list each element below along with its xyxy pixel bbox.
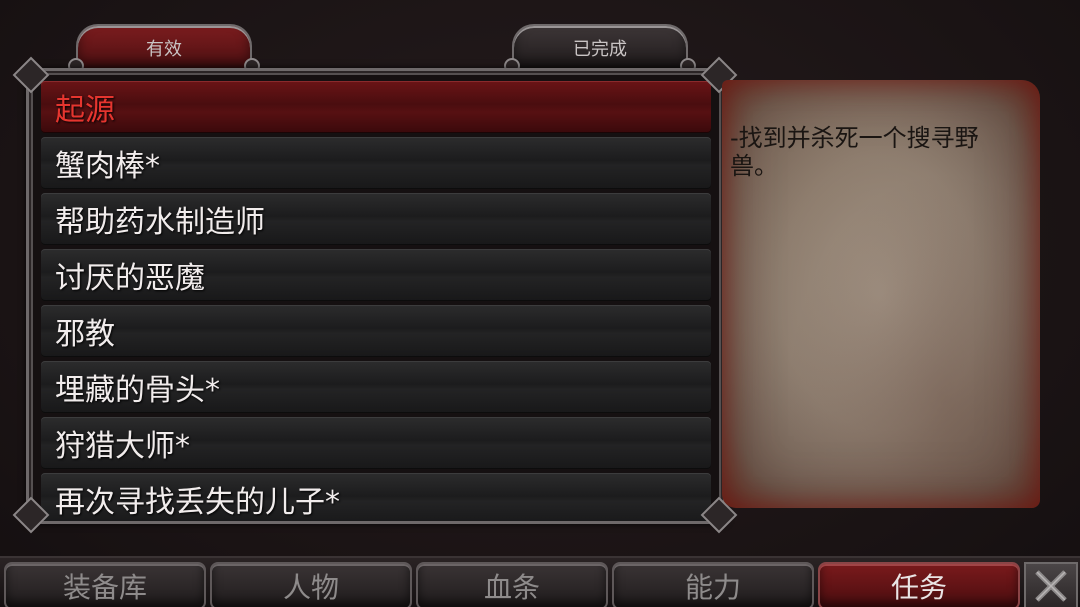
tab-completed-label: 已完成	[573, 39, 627, 60]
nav-character-label: 人物	[282, 571, 339, 604]
quest-item[interactable]: 讨厌的恶魔	[41, 249, 711, 301]
nav-inventory-label: 装备库	[62, 571, 147, 604]
nav-health-bar-label: 血条	[483, 571, 540, 604]
nav-character-button[interactable]: 人物	[210, 562, 412, 607]
quest-journal-screen: 有效 已完成 起源 蟹肉棒* 帮助药水制造师 讨厌的恶魔 邪教 埋藏的骨头* 狩…	[0, 0, 1080, 607]
quest-item[interactable]: 狩猎大师*	[41, 417, 711, 469]
quest-item[interactable]: 帮助药水制造师	[41, 193, 711, 245]
tab-active-quests[interactable]: 有效	[68, 24, 260, 74]
nav-inventory-button[interactable]: 装备库	[4, 562, 206, 607]
nav-health-bar-button[interactable]: 血条	[416, 562, 608, 607]
quest-description-parchment: -找到并杀死一个搜寻野兽。	[722, 80, 1040, 508]
close-button[interactable]	[1024, 562, 1078, 607]
nav-abilities-button[interactable]: 能力	[612, 562, 814, 607]
bottom-nav-bar: 装备库 人物 血条 能力 任务	[0, 556, 1080, 607]
quest-item[interactable]: 邪教	[41, 305, 711, 357]
quest-item-selected[interactable]: 起源	[41, 81, 711, 133]
quest-item[interactable]: 再次寻找丢失的儿子*	[41, 473, 711, 521]
nav-quests-button[interactable]: 任务	[818, 562, 1020, 607]
quest-item[interactable]: 蟹肉棒*	[41, 137, 711, 189]
tab-active-label: 有效	[146, 39, 182, 60]
quest-description-text: -找到并杀死一个搜寻野兽。	[730, 124, 979, 180]
nav-quests-label: 任务	[890, 571, 947, 604]
quest-list[interactable]: 起源 蟹肉棒* 帮助药水制造师 讨厌的恶魔 邪教 埋藏的骨头* 狩猎大师* 再次…	[41, 81, 711, 521]
tab-completed-quests[interactable]: 已完成	[504, 24, 696, 74]
quest-item[interactable]: 埋藏的骨头*	[41, 361, 711, 413]
close-x-icon	[1035, 570, 1067, 602]
nav-abilities-label: 能力	[684, 571, 741, 604]
quest-list-panel: 起源 蟹肉棒* 帮助药水制造师 讨厌的恶魔 邪教 埋藏的骨头* 狩猎大师* 再次…	[26, 68, 726, 524]
